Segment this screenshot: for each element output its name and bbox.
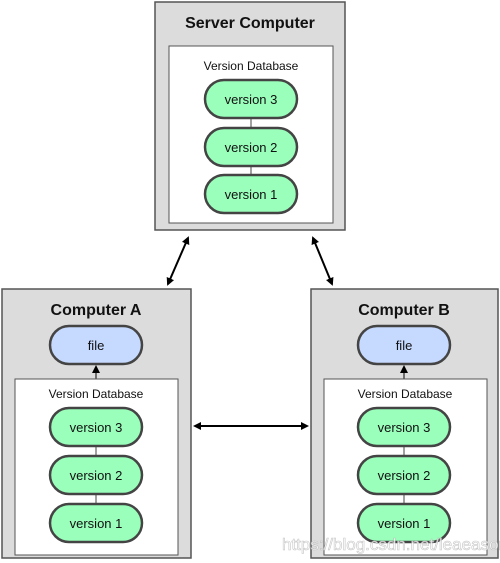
computer-a: Computer A file Version Database version… <box>1 288 192 559</box>
computer-a-version-3-label: version 3 <box>70 420 123 435</box>
computer-a-version-2-label: version 2 <box>70 468 123 483</box>
computer-a-version-1-label: version 1 <box>70 516 123 531</box>
computer-b-version-3-label: version 3 <box>378 420 431 435</box>
sync-arrow-server-b <box>311 236 334 286</box>
server-title: Server Computer <box>185 15 315 32</box>
sync-arrow-server-a <box>166 236 190 286</box>
computer-a-file-label: file <box>88 338 105 353</box>
computer-b-title: Computer B <box>358 302 450 319</box>
computer-a-database-label: Version Database <box>49 387 144 401</box>
computer-b-version-2-label: version 2 <box>378 468 431 483</box>
distributed-vcs-diagram: Server Computer Version Database version… <box>1 1 500 559</box>
computer-b-file-label: file <box>396 338 413 353</box>
computer-a-title: Computer A <box>51 302 142 319</box>
computer-b-version-1-label: version 1 <box>378 516 431 531</box>
server-version-2-label: version 2 <box>225 140 278 155</box>
computer-b-database-label: Version Database <box>358 387 453 401</box>
server-database-label: Version Database <box>204 59 299 73</box>
server-version-3-label: version 3 <box>225 92 278 107</box>
watermark: https://blog.csdn.net/leaeason <box>282 535 500 554</box>
computer-b: Computer B file Version Database version… <box>310 288 499 559</box>
server-computer: Server Computer Version Database version… <box>154 1 346 231</box>
server-version-1-label: version 1 <box>225 187 278 202</box>
